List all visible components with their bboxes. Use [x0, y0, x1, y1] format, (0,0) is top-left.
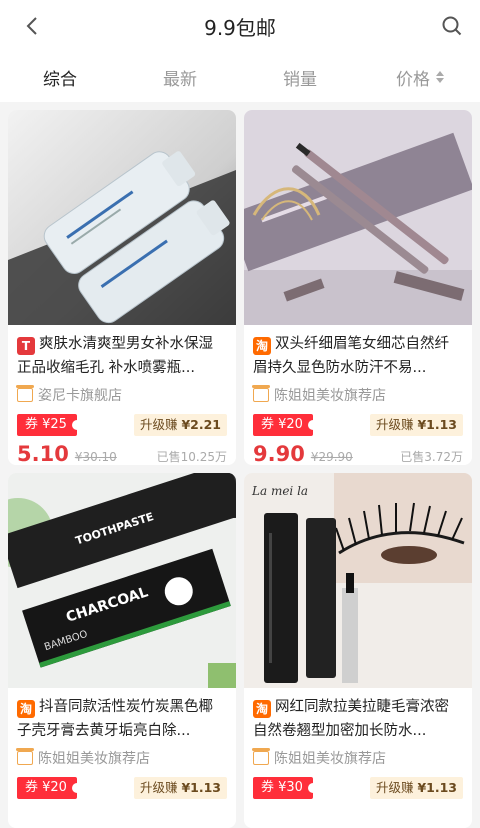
product-image-toothpaste: TOOTHPASTE CHARCOAL BAMBOO: [8, 473, 236, 688]
search-icon: [442, 16, 462, 36]
original-price: ¥30.10: [74, 450, 117, 464]
sort-tabs: 综合 最新 销量 价格: [0, 52, 480, 102]
shop-name[interactable]: 姿尼卡旗舰店: [8, 380, 236, 406]
product-image-eyebrow-pencil: [244, 110, 472, 325]
search-button[interactable]: [438, 12, 466, 40]
taobao-badge-icon: 淘: [253, 700, 271, 718]
tab-price[interactable]: 价格: [360, 52, 480, 102]
sort-arrows-icon: [436, 71, 444, 83]
coupon-badge: 券 ¥20: [253, 414, 318, 436]
store-icon: [252, 748, 270, 765]
price: 5.10: [17, 442, 69, 465]
tmall-badge-icon: T: [17, 337, 35, 355]
chevron-left-icon: [26, 17, 37, 35]
taobao-badge-icon: 淘: [253, 337, 271, 355]
upgrade-earn-badge[interactable]: 升级赚 ¥1.13: [133, 777, 227, 799]
product-title: 淘网红同款拉美拉睫毛膏浓密自然卷翘型加密加长防水...: [253, 699, 449, 739]
tab-overall[interactable]: 综合: [0, 52, 120, 102]
product-image-toner: [8, 110, 236, 325]
page-title: 9.9包邮: [204, 15, 276, 40]
product-title: 淘双头纤细眉笔女细芯自然纤眉持久显色防水防汗不易...: [253, 336, 449, 376]
mascara-brand-text: La mei la: [251, 484, 308, 498]
upgrade-earn-badge[interactable]: 升级赚 ¥2.21: [133, 414, 227, 436]
back-button[interactable]: [18, 12, 46, 40]
product-grid: T 爽肤水清爽型男女补水保湿正品收缩毛孔 补水喷雾瓶... 姿尼卡旗舰店 券 ¥2…: [8, 110, 472, 828]
product-title: 淘抖音同款活性炭竹炭黑色椰子壳牙膏去黄牙垢亮白除...: [17, 699, 213, 739]
store-icon: [16, 385, 34, 402]
shop-name[interactable]: 陈姐姐美妆旗荐店: [244, 743, 472, 769]
upgrade-earn-badge[interactable]: 升级赚 ¥1.13: [369, 414, 463, 436]
tab-sales[interactable]: 销量: [240, 52, 360, 102]
price: 9.90: [253, 442, 305, 465]
product-card[interactable]: 淘双头纤细眉笔女细芯自然纤眉持久显色防水防汗不易... 陈姐姐美妆旗荐店 券 ¥…: [244, 110, 472, 465]
shop-name[interactable]: 陈姐姐美妆旗荐店: [244, 380, 472, 406]
taobao-badge-icon: 淘: [17, 700, 35, 718]
coupon-badge: 券 ¥20: [17, 777, 82, 799]
product-card[interactable]: La mei la 淘网红同款拉美拉睫毛膏浓密自然卷翘型加密加长防水... 陈姐…: [244, 473, 472, 828]
sold-count: 已售3.72万: [400, 450, 463, 464]
top-bar: 9.9包邮: [0, 0, 480, 52]
shop-name[interactable]: 陈姐姐美妆旗荐店: [8, 743, 236, 769]
store-icon: [16, 748, 34, 765]
coupon-badge: 券 ¥25: [17, 414, 82, 436]
product-image-mascara: La mei la: [244, 473, 472, 688]
coupon-badge: 券 ¥30: [253, 777, 318, 799]
original-price: ¥29.90: [310, 450, 353, 464]
product-title: T 爽肤水清爽型男女补水保湿正品收缩毛孔 补水喷雾瓶...: [17, 336, 213, 376]
sold-count: 已售10.25万: [156, 450, 227, 464]
product-card[interactable]: T 爽肤水清爽型男女补水保湿正品收缩毛孔 补水喷雾瓶... 姿尼卡旗舰店 券 ¥2…: [8, 110, 236, 465]
product-card[interactable]: TOOTHPASTE CHARCOAL BAMBOO 淘抖音同款活性炭竹炭黑色椰…: [8, 473, 236, 828]
upgrade-earn-badge[interactable]: 升级赚 ¥1.13: [369, 777, 463, 799]
store-icon: [252, 385, 270, 402]
tab-newest[interactable]: 最新: [120, 52, 240, 102]
